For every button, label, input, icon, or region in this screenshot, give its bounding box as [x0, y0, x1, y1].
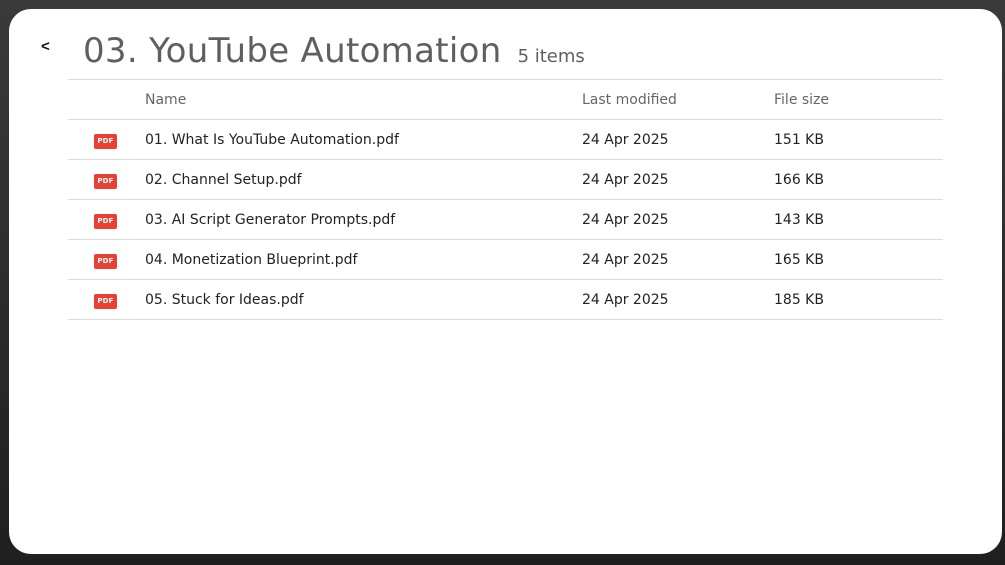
folder-title: 03. YouTube Automation [83, 31, 502, 71]
file-size: 165 KB [774, 251, 824, 268]
file-modified: 24 Apr 2025 [582, 291, 669, 308]
table-row[interactable]: PDF 01. What Is YouTube Automation.pdf 2… [68, 119, 943, 159]
table-row[interactable]: PDF 04. Monetization Blueprint.pdf 24 Ap… [68, 239, 943, 279]
item-count: 5 items [517, 46, 585, 67]
table-row[interactable]: PDF 02. Channel Setup.pdf 24 Apr 2025 16… [68, 159, 943, 199]
pdf-file-icon: PDF [94, 251, 117, 269]
column-header-name[interactable]: Name [145, 92, 186, 108]
folder-header: 03. YouTube Automation 5 items [83, 31, 585, 71]
file-size: 151 KB [774, 131, 824, 148]
file-modified: 24 Apr 2025 [582, 131, 669, 148]
pdf-file-icon: PDF [94, 291, 117, 309]
file-name: 05. Stuck for Ideas.pdf [145, 291, 304, 308]
file-name: 03. AI Script Generator Prompts.pdf [145, 211, 396, 228]
file-table: Name Last modified File size PDF 01. Wha… [68, 79, 943, 320]
file-modified: 24 Apr 2025 [582, 251, 669, 268]
table-row[interactable]: PDF 03. AI Script Generator Prompts.pdf … [68, 199, 943, 239]
pdf-file-icon: PDF [94, 211, 117, 229]
file-size: 185 KB [774, 291, 824, 308]
file-name: 01. What Is YouTube Automation.pdf [145, 131, 399, 148]
file-name: 04. Monetization Blueprint.pdf [145, 251, 358, 268]
file-size: 143 KB [774, 211, 824, 228]
file-name: 02. Channel Setup.pdf [145, 171, 302, 188]
pdf-file-icon: PDF [94, 171, 117, 189]
file-browser-panel: < 03. YouTube Automation 5 items Name La… [9, 9, 1002, 554]
file-size: 166 KB [774, 171, 824, 188]
back-arrow-icon[interactable]: < [41, 39, 57, 55]
file-modified: 24 Apr 2025 [582, 171, 669, 188]
file-modified: 24 Apr 2025 [582, 211, 669, 228]
table-row[interactable]: PDF 05. Stuck for Ideas.pdf 24 Apr 2025 … [68, 279, 943, 320]
column-header-size[interactable]: File size [774, 92, 829, 108]
table-header-row: Name Last modified File size [68, 79, 943, 119]
app-frame: < 03. YouTube Automation 5 items Name La… [0, 0, 1005, 565]
column-header-modified[interactable]: Last modified [582, 92, 677, 108]
pdf-file-icon: PDF [94, 131, 117, 149]
